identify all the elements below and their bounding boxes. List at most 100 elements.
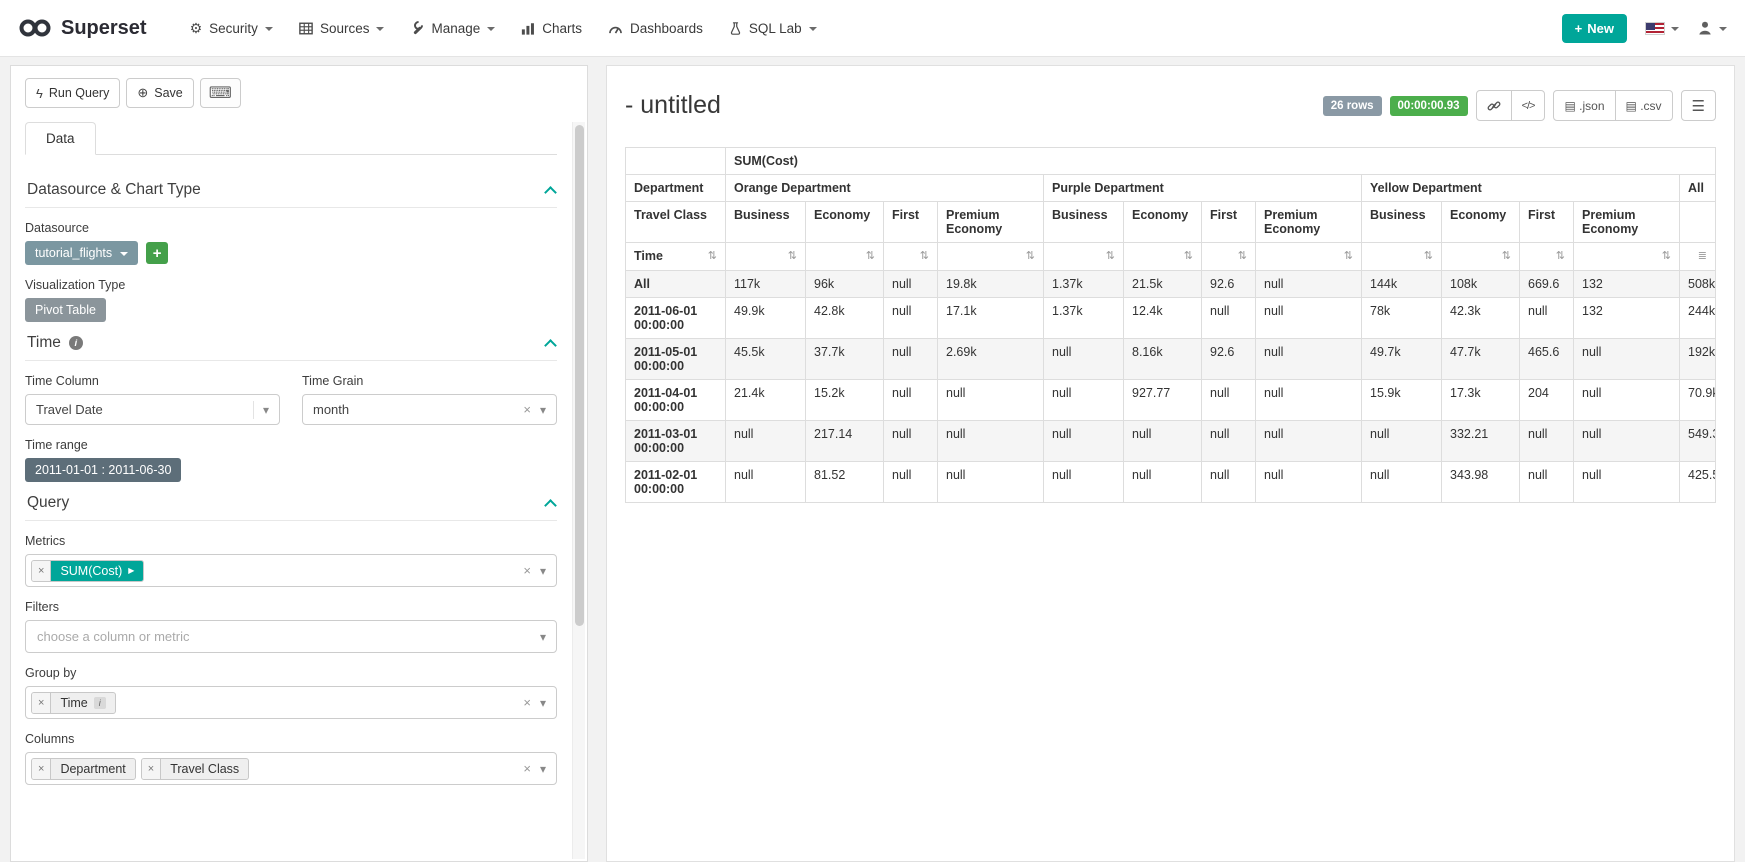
pivot-value-cell: null	[1044, 421, 1124, 462]
export-csv-label: .csv	[1640, 99, 1661, 113]
pivot-value-cell: null	[1256, 462, 1362, 503]
row-header-time: All	[626, 271, 726, 298]
panel-scrollbar[interactable]	[572, 122, 585, 859]
section-time-header[interactable]: Time i	[25, 322, 557, 361]
pivot-value-cell: null	[1202, 380, 1256, 421]
chevron-down-icon: ▾	[540, 762, 546, 776]
pivot-value-cell: 669.6	[1520, 271, 1574, 298]
user-icon	[1697, 20, 1713, 36]
column-sort-header[interactable]: ⇅	[1442, 243, 1520, 271]
pivot-value-cell: null	[1574, 339, 1680, 380]
superset-logo[interactable]: Superset	[18, 17, 147, 40]
column-sort-header[interactable]: ⇅	[1044, 243, 1124, 271]
tab-data[interactable]: Data	[25, 122, 96, 155]
language-dropdown[interactable]	[1645, 22, 1679, 35]
nav-item-security[interactable]: ⚙ Security	[177, 11, 286, 46]
column-sort-header[interactable]: ⇅	[1574, 243, 1680, 271]
groupby-select[interactable]: × Time i × ▾	[25, 686, 557, 719]
nav-item-sql-lab[interactable]: SQL Lab	[716, 11, 830, 46]
pivot-value-cell: null	[726, 421, 806, 462]
metric-token[interactable]: × SUM(Cost) ▶	[31, 560, 144, 582]
all-column-header: All	[1680, 175, 1716, 202]
clear-icon[interactable]: ×	[523, 563, 531, 578]
pivot-table: SUM(Cost) Department Orange Department P…	[625, 147, 1716, 503]
save-button[interactable]: ⊕ Save	[126, 78, 193, 108]
metrics-select[interactable]: × SUM(Cost) ▶ × ▾	[25, 554, 557, 587]
time-title: Time	[27, 334, 61, 352]
dashboard-icon	[608, 22, 623, 34]
edit-datasource-button[interactable]: +	[146, 242, 168, 264]
column-sort-header[interactable]: ⇅	[1362, 243, 1442, 271]
nav-item-sources[interactable]: Sources	[286, 11, 398, 46]
time-sort-header[interactable]: Time ⇅	[626, 243, 726, 271]
clear-icon[interactable]: ×	[523, 402, 531, 417]
section-title: Time i	[27, 334, 83, 352]
column-sort-header[interactable]: ⇅	[1256, 243, 1362, 271]
viz-type-value: Pivot Table	[35, 303, 96, 317]
columns-select[interactable]: × Department × Travel Class × ▾	[25, 752, 557, 785]
keyboard-icon: ⌨	[209, 83, 232, 103]
pivot-value-cell: 144k	[1362, 271, 1442, 298]
time-column-select[interactable]: Travel Date ▾	[25, 394, 280, 425]
nav-item-manage[interactable]: Manage	[397, 11, 508, 46]
remove-token-icon[interactable]: ×	[32, 759, 51, 779]
new-button[interactable]: + New	[1562, 14, 1627, 43]
remove-token-icon[interactable]: ×	[32, 693, 51, 713]
column-sort-header[interactable]: ⇅	[884, 243, 938, 271]
filters-select[interactable]: choose a column or metric ▾	[25, 620, 557, 653]
viz-type-select[interactable]: Pivot Table	[25, 298, 106, 322]
travel-class-header: Business	[1362, 202, 1442, 243]
nav-item-dashboards[interactable]: Dashboards	[595, 11, 716, 46]
pivot-value-cell: 204	[1520, 380, 1574, 421]
columns-token[interactable]: × Travel Class	[141, 758, 249, 780]
chart-menu-button[interactable]: ☰	[1681, 90, 1716, 121]
pivot-value-cell: 70.9k	[1680, 380, 1716, 421]
time-column-control: Time Column Travel Date ▾	[25, 361, 280, 425]
sort-amount-header[interactable]: ≣	[1680, 243, 1716, 271]
section-query-header[interactable]: Query	[25, 482, 557, 521]
time-range-badge[interactable]: 2011-01-01 : 2011-06-30	[25, 458, 181, 482]
column-sort-header[interactable]: ⇅	[1520, 243, 1574, 271]
view-query-button[interactable]: </>	[1511, 90, 1546, 121]
section-datasource-header[interactable]: Datasource & Chart Type	[25, 169, 557, 208]
datasource-select[interactable]: tutorial_flights	[25, 241, 138, 265]
column-sort-header[interactable]: ⇅	[1202, 243, 1256, 271]
keyboard-shortcuts-button[interactable]: ⌨	[200, 78, 241, 108]
short-link-button[interactable]	[1476, 90, 1512, 121]
pivot-value-cell: null	[884, 298, 938, 339]
column-sort-header[interactable]: ⇅	[726, 243, 806, 271]
export-csv-button[interactable]: ▤ .csv	[1615, 90, 1673, 121]
file-icon: ▤	[1564, 99, 1575, 113]
sort-icon: ⇅	[866, 249, 875, 262]
column-sort-header[interactable]: ⇅	[938, 243, 1044, 271]
sort-icon: ⇅	[1184, 249, 1193, 262]
run-query-label: Run Query	[49, 86, 109, 100]
clear-icon[interactable]: ×	[523, 695, 531, 710]
export-json-button[interactable]: ▤ .json	[1553, 90, 1615, 121]
row-header-time: 2011-06-01 00:00:00	[626, 298, 726, 339]
scrollbar-thumb[interactable]	[575, 125, 584, 626]
remove-token-icon[interactable]: ×	[32, 561, 51, 581]
column-sort-header[interactable]: ⇅	[1124, 243, 1202, 271]
columns-token[interactable]: × Department	[31, 758, 136, 780]
time-grain-select[interactable]: month × ▾	[302, 394, 557, 425]
remove-token-icon[interactable]: ×	[142, 759, 161, 779]
groupby-token[interactable]: × Time i	[31, 692, 116, 714]
run-query-button[interactable]: ϟ Run Query	[25, 78, 120, 108]
travel-class-header: Premium Economy	[1256, 202, 1362, 243]
chart-panel: - untitled 26 rows 00:00:00.93 </>	[606, 65, 1735, 862]
column-sort-header[interactable]: ⇅	[806, 243, 884, 271]
travel-class-header: Economy	[1124, 202, 1202, 243]
pivot-value-cell: 465.6	[1520, 339, 1574, 380]
pivot-value-cell: 12.4k	[1124, 298, 1202, 339]
pivot-value-cell: 8.16k	[1124, 339, 1202, 380]
clear-icon[interactable]: ×	[523, 761, 531, 776]
time-grain-value: month	[313, 402, 349, 417]
pivot-value-cell: null	[938, 421, 1044, 462]
new-button-label: New	[1587, 21, 1614, 36]
chevron-down-icon	[120, 252, 128, 256]
nav-item-charts[interactable]: Charts	[508, 11, 595, 46]
chevron-up-icon	[544, 499, 557, 512]
time-range-value: 2011-01-01 : 2011-06-30	[35, 463, 171, 477]
user-menu-dropdown[interactable]	[1697, 20, 1727, 36]
